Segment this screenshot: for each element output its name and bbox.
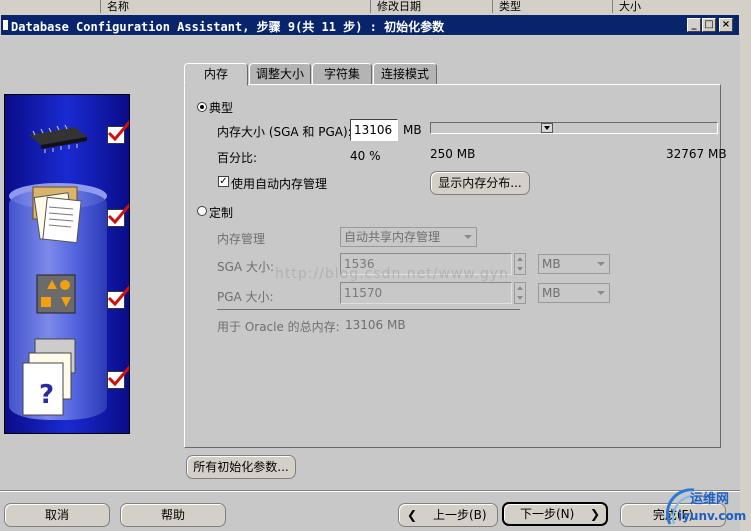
window-title: Database Configuration Assistant, 步骤 9(共… <box>11 20 445 34</box>
percentage-label: 百分比: <box>217 151 258 165</box>
memory-mgmt-select[interactable]: 自动共享内存管理 <box>340 227 477 247</box>
maximize-button[interactable]: □ <box>702 18 716 32</box>
footer-separator <box>0 490 740 492</box>
show-memory-distribution-button[interactable]: 显示内存分布... <box>430 171 530 195</box>
svg-text:?: ? <box>39 380 54 410</box>
back-button[interactable]: ❮ 上一步(B) <box>398 503 498 527</box>
memory-mgmt-label: 内存管理 <box>217 232 266 246</box>
pga-label: PGA 大小: <box>217 290 274 304</box>
tab-sizing[interactable]: 调整大小 <box>249 63 311 85</box>
slider-thumb[interactable] <box>541 123 553 133</box>
divider <box>217 309 520 310</box>
memory-size-input[interactable]: 13106 <box>350 119 398 141</box>
watermark-url: http://blog.csdn.net/www.gyn <box>275 266 510 282</box>
step-check-3-icon <box>107 285 129 309</box>
pga-unit-select[interactable]: MB <box>538 283 610 303</box>
cancel-button[interactable]: 取消 <box>4 503 110 527</box>
help-button[interactable]: 帮助 <box>120 503 226 527</box>
slider-max-label: 32767 MB <box>666 147 727 161</box>
close-button[interactable]: × <box>719 18 733 32</box>
memory-size-label: 内存大小 (SGA 和 PGA): <box>217 125 352 139</box>
pga-input[interactable]: 11570 <box>340 282 512 304</box>
step-check-2-icon <box>107 203 129 227</box>
memory-unit: MB <box>403 123 422 137</box>
spin-up-icon <box>517 257 523 261</box>
step-check-1-icon <box>107 120 129 144</box>
back-label: 上一步(B) <box>433 508 487 522</box>
spin-up-icon <box>517 286 523 290</box>
custom-label: 定制 <box>209 206 234 220</box>
help-documents-icon: ? <box>22 338 76 416</box>
bg-col-date: 修改日期 <box>370 0 497 13</box>
tab-connection-mode[interactable]: 连接模式 <box>373 63 437 85</box>
minimize-button[interactable]: _ <box>687 18 701 32</box>
bg-col-type: 类型 <box>492 0 617 13</box>
shapes-icon <box>36 274 76 314</box>
total-memory-label: 用于 Oracle 的总内存: <box>217 320 340 334</box>
title-bar[interactable]: Database Configuration Assistant, 步骤 9(共… <box>0 14 740 36</box>
memory-chip-icon <box>29 124 87 153</box>
sga-unit-select[interactable]: MB <box>538 254 610 274</box>
chevron-down-icon <box>464 235 472 239</box>
sga-spinner[interactable] <box>514 253 526 275</box>
auto-memory-label: 使用自动内存管理 <box>231 177 328 191</box>
memory-slider[interactable] <box>430 122 718 134</box>
bg-col-size: 大小 <box>612 0 747 13</box>
wizard-art-panel: ? <box>4 94 130 434</box>
chevron-down-icon <box>597 291 605 295</box>
step-check-4-icon <box>107 365 129 389</box>
next-label: 下一步(N) <box>520 507 575 521</box>
percentage-value: 40 % <box>350 149 381 163</box>
chevron-down-icon <box>597 262 605 266</box>
sga-unit-value: MB <box>542 257 561 271</box>
spin-down-icon <box>517 296 523 300</box>
background-window-header: 名称 修改日期 类型 大小 <box>0 0 751 15</box>
sga-label: SGA 大小: <box>217 260 274 274</box>
documents-icon <box>32 186 82 244</box>
custom-radio[interactable] <box>197 206 207 216</box>
pga-unit-value: MB <box>542 286 561 300</box>
pga-spinner[interactable] <box>514 282 526 304</box>
total-memory-value: 13106 MB <box>345 318 406 332</box>
memory-mgmt-value: 自动共享内存管理 <box>344 230 441 244</box>
tab-charset[interactable]: 字符集 <box>312 63 372 85</box>
watermark-logo-sub: iyunv.com <box>678 509 747 523</box>
bg-col-name: 名称 <box>100 0 367 13</box>
app-icon <box>3 20 8 30</box>
next-button[interactable]: 下一步(N) ❯ <box>502 502 608 526</box>
chevron-right-icon: ❯ <box>590 507 601 521</box>
watermark-logo: 运维网 iyunv.com <box>660 480 746 530</box>
watermark-logo-text: 运维网 <box>690 492 730 507</box>
chevron-left-icon: ❮ <box>407 508 418 522</box>
typical-label: 典型 <box>209 101 234 115</box>
window-edge <box>740 0 751 531</box>
auto-memory-checkbox[interactable]: ✓ <box>218 176 229 187</box>
all-init-params-button[interactable]: 所有初始化参数... <box>186 455 296 479</box>
slider-min-label: 250 MB <box>430 147 476 161</box>
spin-down-icon <box>517 267 523 271</box>
typical-radio[interactable] <box>197 102 207 112</box>
tab-memory[interactable]: 内存 <box>184 63 248 86</box>
